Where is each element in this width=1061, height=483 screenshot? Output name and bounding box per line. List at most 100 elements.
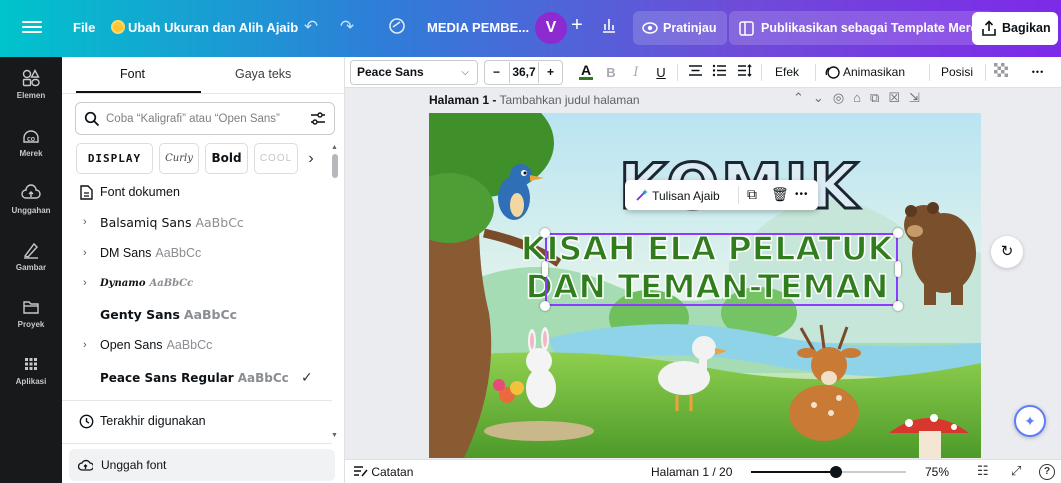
line-spacing-icon[interactable] bbox=[735, 62, 753, 83]
transparency-icon[interactable] bbox=[993, 62, 1009, 83]
chip-bold[interactable]: Bold bbox=[205, 143, 248, 174]
hide-page-icon[interactable]: ◎ bbox=[833, 90, 853, 105]
underline-icon[interactable]: U bbox=[654, 62, 668, 83]
cloud-saved-icon[interactable] bbox=[386, 16, 408, 42]
font-row-selected[interactable]: Peace Sans Regular AaBbCc ✓ bbox=[62, 363, 327, 393]
chevron-right-icon[interactable]: › bbox=[83, 216, 87, 228]
chevron-right-icon[interactable]: › bbox=[83, 277, 87, 289]
increase-size-button[interactable]: + bbox=[547, 61, 554, 84]
font-family-dropdown[interactable]: Peace Sans ⌵ bbox=[350, 60, 478, 85]
upload-font-button[interactable]: Unggah font bbox=[69, 449, 335, 481]
position-button[interactable]: Posisi bbox=[938, 62, 976, 83]
font-family-value: Peace Sans bbox=[357, 65, 424, 79]
text-color-button[interactable]: A bbox=[577, 62, 595, 83]
delete-icon[interactable]: 🗑 bbox=[771, 186, 789, 203]
resize-handle[interactable] bbox=[542, 261, 548, 277]
publish-template-button[interactable]: Publikasikan sebagai Template Merek bbox=[729, 11, 995, 45]
refresh-icon[interactable]: ↻ bbox=[991, 236, 1023, 268]
lock-icon[interactable]: ⌂ bbox=[853, 90, 870, 105]
checkmark-icon: ✓ bbox=[301, 369, 313, 385]
font-search-input[interactable]: Coba “Kaligrafi” atau “Open Sans” bbox=[75, 102, 335, 135]
chevron-up-icon[interactable]: ⌃ bbox=[793, 90, 813, 105]
list-icon[interactable] bbox=[710, 62, 728, 83]
fullscreen-icon[interactable]: ⤢ bbox=[1011, 463, 1021, 479]
font-row[interactable]: Genty Sans AaBbCc bbox=[62, 300, 327, 330]
grid-view-icon[interactable]: ☷ bbox=[977, 463, 989, 479]
page-title-input[interactable]: Tambahkan judul halaman bbox=[499, 93, 639, 107]
undo-icon[interactable]: ↶ bbox=[300, 16, 322, 38]
document-title[interactable]: MEDIA PEMBE... bbox=[427, 20, 529, 35]
font-row[interactable]: › Open Sans AaBbCc bbox=[62, 331, 327, 361]
menu-icon[interactable] bbox=[22, 18, 42, 38]
share-label: Bagikan bbox=[1002, 21, 1051, 35]
font-size-input[interactable]: 36,7 bbox=[509, 62, 539, 83]
panel-scrollbar[interactable]: ▲ ▼ bbox=[330, 144, 340, 452]
delete-page-icon[interactable]: ☒ bbox=[888, 90, 909, 105]
resize-handle[interactable] bbox=[893, 301, 903, 311]
analytics-icon[interactable] bbox=[598, 16, 620, 40]
preview-button[interactable]: Pratinjau bbox=[633, 11, 727, 45]
chip-cool[interactable]: COOL bbox=[254, 143, 298, 174]
share-button[interactable]: Bagikan bbox=[972, 12, 1058, 45]
font-sample: AaBbCc bbox=[155, 246, 202, 260]
page-indicator[interactable]: Halaman 1 / 20 bbox=[651, 465, 732, 479]
rail-item-elements[interactable]: Elemen bbox=[0, 68, 62, 100]
more-options-button[interactable]: ••• bbox=[1025, 62, 1051, 83]
resize-handle[interactable] bbox=[893, 228, 903, 238]
font-name: Balsamiq Sans bbox=[100, 215, 192, 230]
chip-curly[interactable]: Curly bbox=[159, 143, 199, 174]
font-row[interactable]: › Dynamo AaBbCc bbox=[62, 269, 327, 299]
draw-icon bbox=[23, 242, 38, 259]
help-icon[interactable]: ? bbox=[1039, 464, 1055, 480]
more-icon[interactable]: ••• bbox=[795, 189, 809, 200]
add-page-icon[interactable]: ⇲ bbox=[909, 90, 929, 105]
zoom-value[interactable]: 75% bbox=[925, 465, 949, 479]
notes-button[interactable]: Catatan bbox=[353, 465, 413, 479]
resize-handle[interactable] bbox=[540, 301, 550, 311]
duplicate-page-icon[interactable]: ⧉ bbox=[870, 90, 888, 105]
chevron-right-icon[interactable]: › bbox=[300, 143, 322, 174]
resize-handle[interactable] bbox=[895, 261, 901, 277]
scrollbar-thumb[interactable] bbox=[332, 154, 338, 178]
filter-icon[interactable] bbox=[310, 111, 326, 127]
animate-button[interactable]: Animasikan bbox=[825, 62, 921, 83]
redo-icon[interactable]: ↷ bbox=[336, 16, 358, 38]
rail-item-draw[interactable]: Gambar bbox=[0, 240, 62, 272]
chevron-down-icon[interactable]: ⌄ bbox=[813, 90, 833, 105]
text-selection-box[interactable] bbox=[545, 233, 898, 306]
font-row[interactable]: › DM Sans AaBbCc bbox=[62, 239, 327, 269]
avatar[interactable]: V bbox=[535, 12, 567, 44]
publish-label: Publikasikan sebagai Template Merek bbox=[761, 21, 985, 35]
chip-display[interactable]: DISPLAY bbox=[76, 143, 153, 174]
document-fonts-label: Font dokumen bbox=[100, 185, 180, 199]
italic-icon[interactable]: I bbox=[629, 62, 643, 83]
tab-text-styles[interactable]: Gaya teks bbox=[235, 67, 291, 81]
magic-write-button[interactable]: Tulisan Ajaib bbox=[635, 188, 720, 203]
rail-item-apps[interactable]: Aplikasi bbox=[0, 354, 62, 386]
chevron-right-icon[interactable]: › bbox=[83, 247, 87, 259]
zoom-slider-handle[interactable] bbox=[830, 466, 843, 478]
recently-used-heading[interactable]: Terakhir digunakan bbox=[62, 407, 327, 437]
font-row[interactable]: › Balsamiq Sans AaBbCc bbox=[62, 208, 327, 238]
font-name: Open Sans bbox=[100, 338, 163, 352]
page-label: Halaman 1 - bbox=[429, 93, 497, 107]
add-collaborator-button[interactable]: + bbox=[566, 14, 588, 36]
rail-item-projects[interactable]: Proyek bbox=[0, 297, 62, 329]
zoom-slider[interactable] bbox=[751, 466, 906, 478]
rail-label: Elemen bbox=[16, 91, 46, 100]
rail-item-brand[interactable]: CO Merek bbox=[0, 126, 62, 158]
tab-font[interactable]: Font bbox=[120, 67, 145, 81]
font-size-stepper[interactable]: − 36,7 + bbox=[484, 60, 563, 85]
resize-handle[interactable] bbox=[540, 228, 550, 238]
svg-text:CO: CO bbox=[27, 137, 35, 143]
chevron-right-icon[interactable]: › bbox=[83, 339, 87, 351]
magic-assistant-icon[interactable]: ✦ bbox=[1014, 405, 1046, 437]
decrease-size-button[interactable]: − bbox=[493, 61, 500, 84]
duplicate-icon[interactable]: ⧉ bbox=[747, 186, 757, 203]
resize-magic-switch-button[interactable]: Ubah Ukuran dan Alih Ajaib bbox=[128, 20, 298, 35]
rail-item-uploads[interactable]: Unggahan bbox=[0, 183, 62, 215]
file-menu[interactable]: File bbox=[73, 20, 95, 35]
effects-button[interactable]: Efek bbox=[770, 62, 804, 83]
bold-icon[interactable]: B bbox=[604, 62, 618, 83]
align-center-icon[interactable] bbox=[686, 62, 704, 83]
